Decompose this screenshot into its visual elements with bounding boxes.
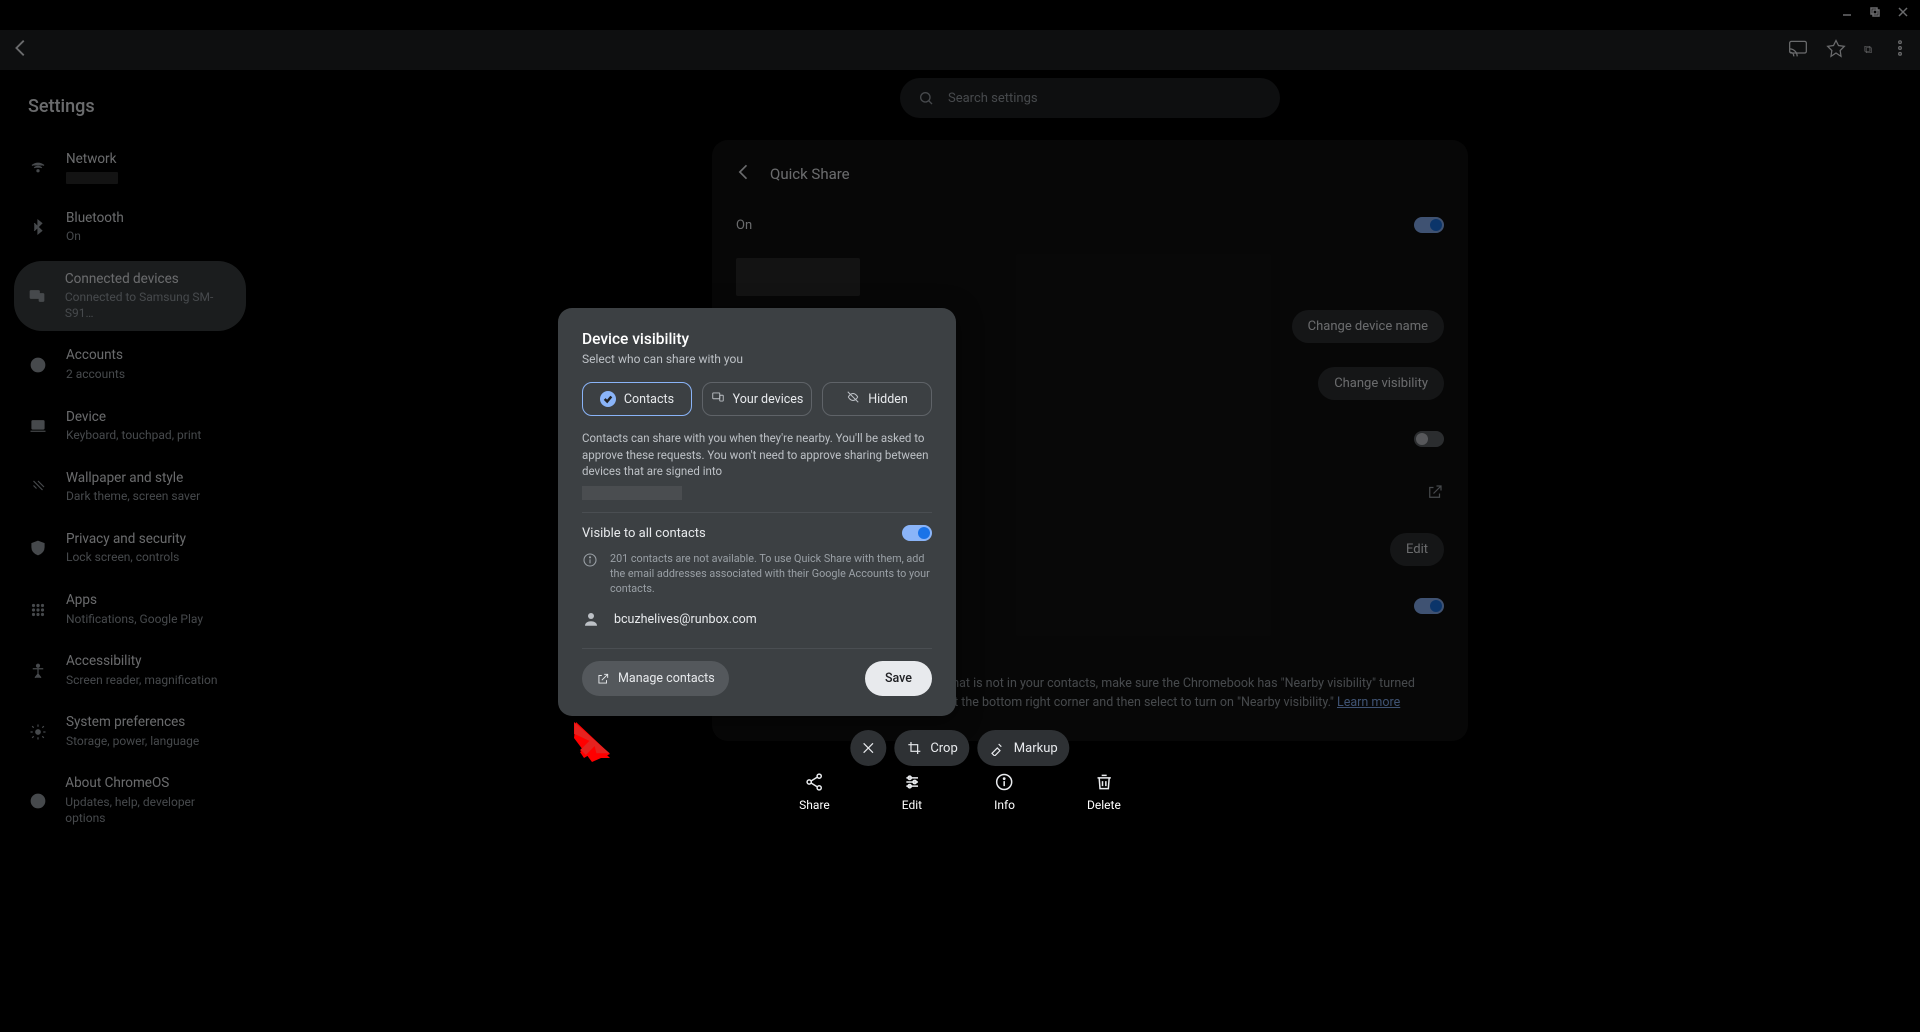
info-icon [582, 552, 598, 568]
option-your-devices[interactable]: Your devices [702, 382, 812, 416]
visible-label: Visible to all contacts [582, 526, 706, 541]
modal-scrim[interactable] [0, 0, 1920, 1032]
option-contacts[interactable]: Contacts [582, 382, 692, 416]
hidden-icon [846, 390, 860, 408]
dialog-title: Device visibility [582, 330, 932, 348]
markup-button[interactable]: Markup [978, 730, 1070, 766]
close-snap-button[interactable] [850, 730, 886, 766]
edit-action-button[interactable]: Edit [902, 772, 922, 812]
share-button[interactable]: Share [799, 772, 830, 812]
screenshot-toolbar: Crop Markup [850, 730, 1069, 766]
dialog-description: Contacts can share with you when they're… [582, 430, 932, 480]
contact-email: bcuzhelives@runbox.com [614, 612, 757, 627]
crop-button[interactable]: Crop [894, 730, 969, 766]
device-visibility-dialog: Device visibility Select who can share w… [558, 308, 956, 716]
check-icon [600, 391, 616, 407]
save-button[interactable]: Save [865, 661, 932, 696]
dialog-redacted [582, 486, 682, 500]
dialog-subtitle: Select who can share with you [582, 352, 932, 366]
manage-contacts-button[interactable]: Manage contacts [582, 661, 729, 696]
option-hidden[interactable]: Hidden [822, 382, 932, 416]
visible-all-toggle[interactable] [902, 525, 932, 541]
delete-button[interactable]: Delete [1087, 772, 1121, 812]
person-icon [582, 610, 600, 628]
info-button[interactable]: Info [994, 772, 1015, 812]
devices-icon [711, 390, 725, 408]
dialog-note: 201 contacts are not available. To use Q… [610, 551, 932, 596]
